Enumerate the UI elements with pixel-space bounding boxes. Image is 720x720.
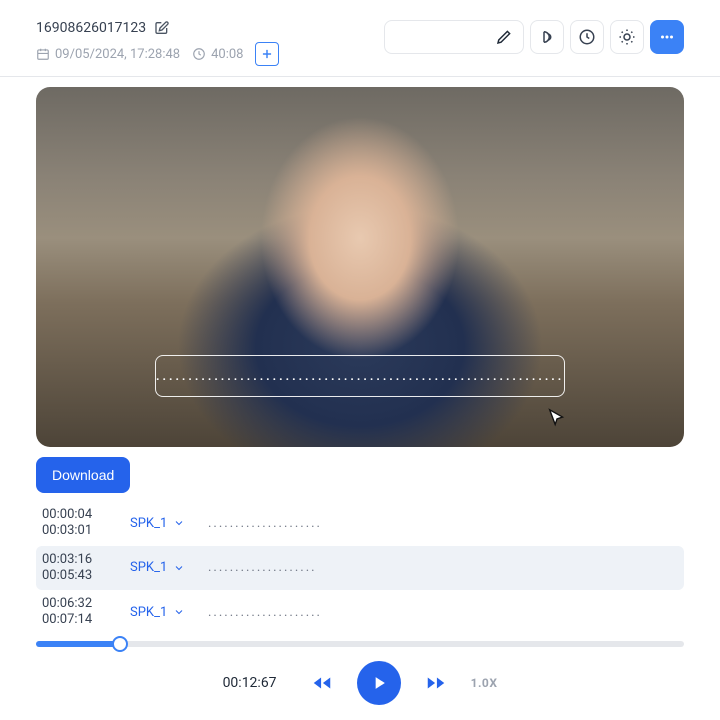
play-icon [369, 673, 389, 693]
progress-thumb[interactable] [112, 636, 128, 652]
video-player[interactable]: ........................................… [36, 87, 684, 447]
theme-button[interactable] [610, 20, 644, 54]
rewind-button[interactable] [305, 671, 339, 695]
dots-icon [658, 28, 676, 46]
transcript-row[interactable]: 00:00:04 00:03:01 SPK_1 ................… [36, 501, 684, 546]
history-button[interactable] [570, 20, 604, 54]
speaker-select[interactable]: SPK_1 [130, 516, 190, 531]
playback-speed[interactable]: 1.0X [471, 676, 498, 690]
transcript-text[interactable]: ..................... [208, 605, 322, 620]
transcript-text[interactable]: .................... [208, 560, 317, 575]
chevron-down-icon [173, 606, 185, 618]
calendar-icon [36, 47, 50, 61]
transcript-list: 00:00:04 00:03:01 SPK_1 ................… [0, 501, 720, 635]
more-button[interactable] [650, 20, 684, 54]
chevron-down-icon [173, 517, 185, 529]
add-button[interactable] [255, 42, 279, 66]
speaker-select[interactable]: SPK_1 [130, 605, 190, 620]
progress-fill [36, 641, 120, 647]
play-button[interactable] [357, 661, 401, 705]
speaker-select[interactable]: SPK_1 [130, 560, 190, 575]
edit-title-icon[interactable] [154, 20, 170, 36]
timestamp: 00:06:32 00:07:14 [42, 596, 112, 629]
caption-overlay: ........................................… [155, 355, 565, 397]
search-input[interactable] [384, 20, 524, 54]
forward-icon [425, 672, 447, 694]
duration-meta: 40:08 [192, 47, 243, 62]
forward-button[interactable] [419, 671, 453, 695]
transcript-row[interactable]: 00:06:32 00:07:14 SPK_1 ................… [36, 590, 684, 635]
download-button[interactable]: Download [36, 457, 130, 493]
rewind-icon [311, 672, 333, 694]
current-time: 00:12:67 [223, 675, 277, 691]
progress-bar[interactable] [36, 641, 684, 647]
clock-icon [578, 28, 596, 46]
timestamp: 00:00:04 00:03:01 [42, 507, 112, 540]
clock-icon [192, 47, 206, 61]
speaker-wave-icon [538, 28, 556, 46]
pencil-icon [495, 28, 513, 46]
cursor-icon [546, 407, 568, 429]
sun-icon [618, 28, 636, 46]
speaker-settings-button[interactable] [530, 20, 564, 54]
file-title: 16908626017123 [36, 20, 146, 36]
plus-icon [260, 47, 274, 61]
chevron-down-icon [173, 562, 185, 574]
transcript-text[interactable]: ..................... [208, 516, 322, 531]
timestamp: 00:03:16 00:05:43 [42, 552, 112, 585]
transcript-row[interactable]: 00:03:16 00:05:43 SPK_1 ................… [36, 546, 684, 591]
date-meta: 09/05/2024, 17:28:48 [36, 47, 180, 62]
